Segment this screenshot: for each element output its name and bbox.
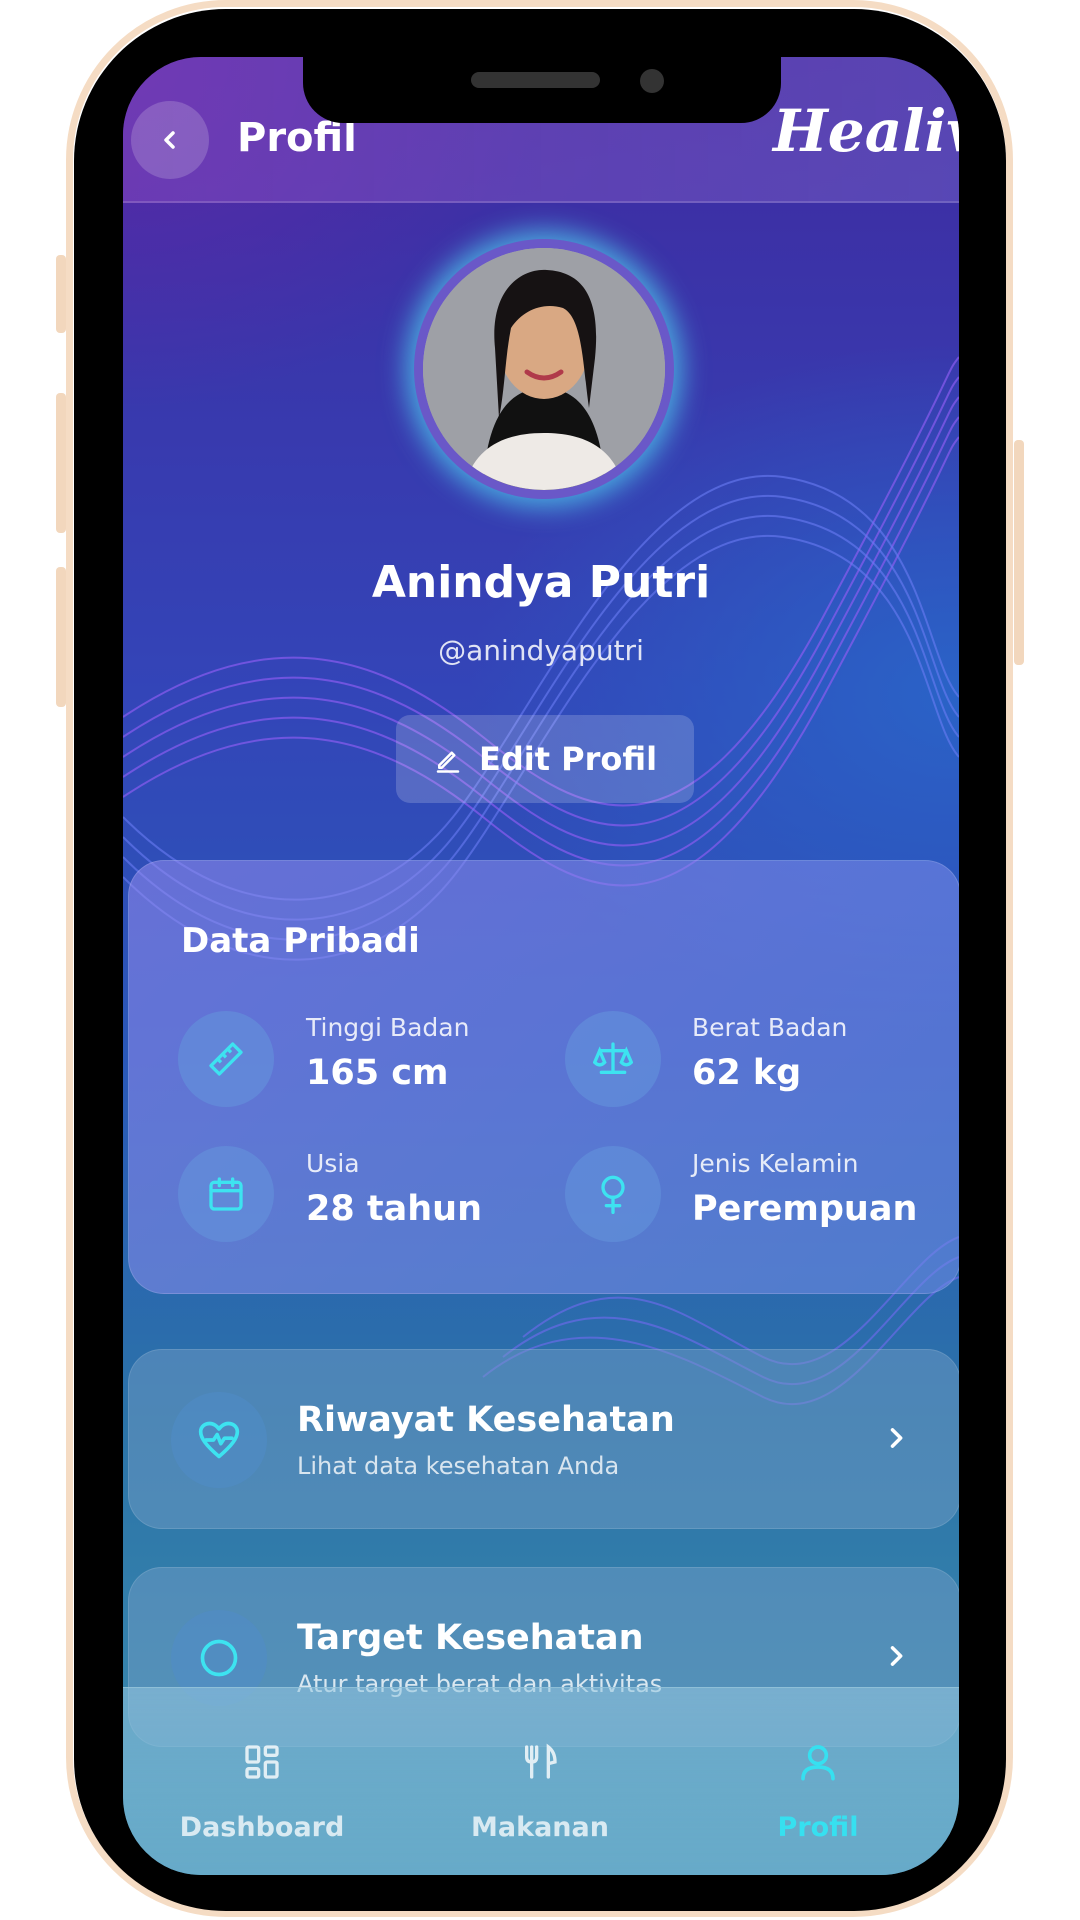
phone-notch — [303, 57, 781, 123]
side-button — [56, 255, 66, 333]
list-item-title: Target Kesehatan — [297, 1618, 644, 1658]
stat-value: 165 cm — [306, 1053, 449, 1093]
stat-value: 62 kg — [692, 1053, 802, 1093]
nav-label: Makanan — [471, 1812, 609, 1843]
stat-value: 28 tahun — [306, 1189, 482, 1229]
list-item-title: Riwayat Kesehatan — [297, 1400, 675, 1440]
chevron-right-icon — [890, 1428, 903, 1448]
ruler-icon — [178, 1011, 274, 1107]
chevron-right-icon — [890, 1646, 903, 1666]
scale-icon — [565, 1011, 661, 1107]
grid-icon — [245, 1745, 279, 1779]
nav-profil[interactable]: Profil — [679, 1688, 957, 1875]
nav-makanan[interactable]: Makanan — [401, 1688, 679, 1875]
app-screen: Profil Healive Anindya Putri @anindyaput… — [123, 57, 959, 1875]
edit-profile-label: Edit Profil — [478, 740, 658, 778]
pencil-icon — [436, 751, 460, 773]
nav-label: Profil — [777, 1812, 859, 1843]
profile-username: @anindyaputri — [438, 634, 644, 667]
edit-profile-button[interactable]: Edit Profil — [396, 715, 694, 803]
phone-camera — [640, 69, 664, 93]
avatar-photo — [423, 248, 665, 490]
side-button — [1014, 440, 1024, 665]
side-button — [56, 567, 66, 707]
phone-speaker — [471, 72, 600, 88]
heart-pulse-icon — [171, 1392, 267, 1488]
stat-value: Perempuan — [692, 1189, 918, 1229]
calendar-icon — [178, 1146, 274, 1242]
personal-data-card: Data Pribadi Tinggi Badan 165 cm Berat B… — [128, 860, 959, 1294]
nav-label: Dashboard — [179, 1812, 345, 1843]
stat-label: Jenis Kelamin — [692, 1149, 859, 1178]
user-icon — [801, 1745, 835, 1781]
back-button[interactable] — [131, 101, 209, 179]
side-button — [56, 393, 66, 533]
stat-label: Usia — [306, 1149, 360, 1178]
list-item-subtitle: Lihat data kesehatan Anda — [297, 1452, 620, 1480]
bottom-navigation: Dashboard Makanan Profil — [123, 1687, 959, 1875]
profile-name: Anindya Putri — [371, 557, 711, 608]
chevron-left-icon — [164, 131, 175, 149]
utensils-icon — [525, 1743, 557, 1779]
nav-dashboard[interactable]: Dashboard — [123, 1688, 401, 1875]
health-history-item[interactable]: Riwayat Kesehatan Lihat data kesehatan A… — [128, 1349, 959, 1529]
app-logo: Healive — [773, 97, 959, 165]
avatar[interactable] — [414, 239, 674, 499]
stat-label: Berat Badan — [692, 1013, 848, 1042]
female-icon — [565, 1146, 661, 1242]
card-title: Data Pribadi — [181, 921, 420, 961]
stat-label: Tinggi Badan — [306, 1013, 470, 1042]
